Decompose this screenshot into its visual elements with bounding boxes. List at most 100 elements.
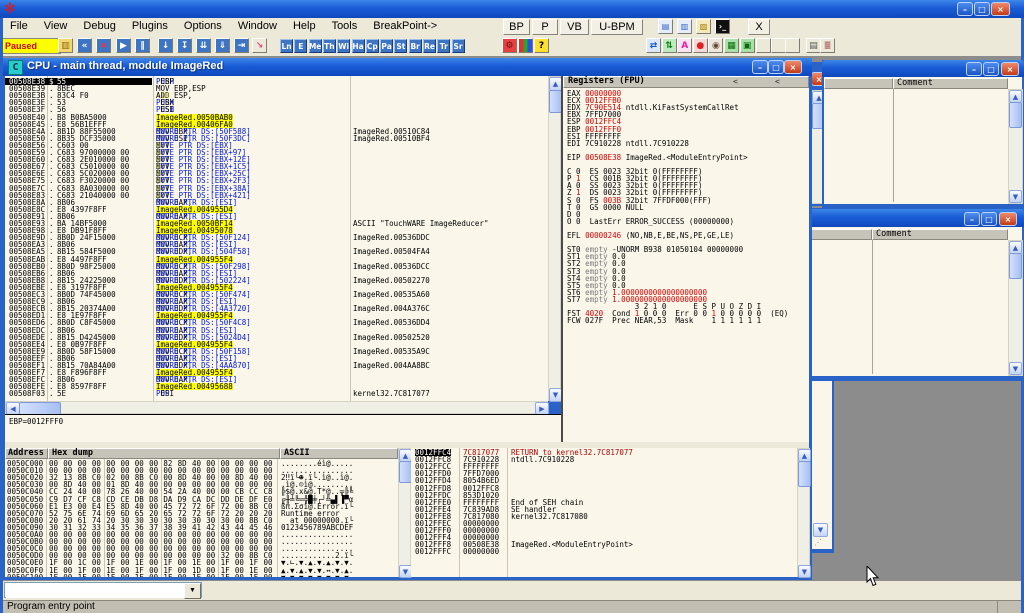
disasm-row[interactable]: 00508E3B.83C4 F0ADD ESP,-10 [5,92,548,99]
side2-column-1-header[interactable] [808,229,872,240]
fpu-panel-button-2[interactable]: < [775,78,780,85]
plugin-button-vb[interactable]: VB [560,19,589,35]
hex-dump-row[interactable]: 0050C1001F001F001F001F001F001F001F001F00… [5,574,398,577]
notes-icon[interactable]: ▤ [658,19,673,34]
menu-item-tools[interactable]: Tools [324,18,366,35]
menu-item-plugins[interactable]: Plugins [124,18,176,35]
side2-maximize-button[interactable]: □ [981,212,997,226]
animate-into-button[interactable]: ⇊ [196,38,211,53]
cpu-maximize-button[interactable]: □ [768,60,784,74]
layout-button[interactable]: ≣ [820,38,835,53]
run-button[interactable]: ▶ [116,38,131,53]
plugin-close-button[interactable]: X [748,19,770,35]
toolbar-letter-ln[interactable]: Ln [280,39,293,53]
toolbar-letter-cp[interactable]: Cp [366,39,379,53]
toolbar-blank-button[interactable] [756,38,771,53]
side2-scrollbar[interactable]: ▲ ▼ [1008,240,1023,376]
fpu-panel-button[interactable]: < [733,78,738,85]
main-restore-button[interactable]: □ [974,2,990,16]
hex-dump-pane[interactable]: Address Hex dump ASCII 0050C000000000000… [5,448,398,577]
appearance-button[interactable] [518,38,533,53]
menu-item-window[interactable]: Window [230,18,285,35]
main-titlebar[interactable]: ✻ – □ × [0,0,1024,18]
disassembly-vscrollbar[interactable]: ▲ ▼ [548,76,561,401]
disasm-row[interactable]: 00508EF7.E8 F896F8FFCALL ImageRed.004955… [5,369,548,376]
toolbar-letter-st[interactable]: St [394,39,407,53]
command-combobox[interactable]: ▼ [4,582,202,598]
toolbar-letter-br[interactable]: Br [409,39,422,53]
disasm-row[interactable]: 00508EC3.8B0D 74F45000MOV ECX,DWORD PTR … [5,291,548,298]
info-pane[interactable]: EBP=0012FFF0 [5,414,561,443]
scroll-down-icon[interactable]: ▼ [798,565,811,578]
toolbar-letter-th[interactable]: Th [323,39,336,53]
register-line[interactable]: FCW 027F Prec NEAR,53 Mask 1 1 1 1 1 1 [567,317,761,324]
help-button[interactable]: ? [534,38,549,53]
side1-comment-header[interactable]: Comment [893,78,1008,89]
register-line[interactable]: EIP 00508E38 ImageRed.<ModuleEntryPoint> [567,154,748,161]
step-into-button[interactable]: ↓ [158,38,173,53]
scroll-down-icon[interactable]: ▼ [1009,362,1022,375]
registers-pane[interactable]: Registers (FPU) < < EAX 00000000ECX 0012… [563,76,809,442]
toolbar-letter-pa[interactable]: Pa [380,39,393,53]
command-input[interactable] [6,584,188,598]
cpu-close-button[interactable]: × [784,60,802,74]
scrollbar-thumb[interactable] [1009,102,1022,128]
plugin-button-ubpm[interactable]: U-BPM [591,19,643,35]
disasm-row[interactable]: 00508EE9.8B0D 58F15000MOV ECX,DWORD PTR … [5,348,548,355]
stack-row[interactable]: 0012FFFC00000000 [411,548,797,555]
execute-till-return-button[interactable]: ⇥ [234,38,249,53]
open-file-button[interactable]: ▥ [58,38,73,53]
panel-button[interactable]: ▤ [806,38,821,53]
disasm-row[interactable]: 00508E9D.8B0D 24F15000MOV ECX,DWORD PTR … [5,234,548,241]
combobox-dropdown-icon[interactable]: ▼ [184,583,201,599]
side2-comment-header[interactable]: Comment [872,229,1008,240]
scroll-down-icon[interactable]: ▼ [1009,190,1022,203]
scrollbar-thumb[interactable] [1009,253,1022,279]
menu-item-view[interactable]: View [36,18,76,35]
sync-button[interactable]: ⇄ [646,38,661,53]
animate-over-button[interactable]: ⇓ [215,38,230,53]
keys-button[interactable]: ▦ [724,38,739,53]
step-over-button[interactable]: ↧ [177,38,192,53]
disasm-row[interactable]: 00508EFE.E8 8597F8FFCALL ImageRed.004956… [5,383,548,390]
register-line[interactable]: O 0 LastErr ERROR_SUCCESS (00000000) [567,218,734,225]
menu-item-help[interactable]: Help [285,18,324,35]
side-window-1-titlebar[interactable]: – □ × [822,60,1024,77]
disasm-row[interactable]: 00508E38$55PUSH EBP [5,78,548,85]
assemble-button[interactable]: A [677,38,692,53]
toolbar-blank-button[interactable] [771,38,786,53]
side1-maximize-button[interactable]: □ [983,62,999,76]
pause-button[interactable]: ‖ [135,38,150,53]
toolbar-letter-sr[interactable]: Sr [452,39,465,53]
dump-hex-header[interactable]: Hex dump [48,448,280,459]
menu-item-options[interactable]: Options [176,18,230,35]
disasm-row[interactable]: 00508E83.C683 21040000 00MOV BYTE PTR DS… [5,192,548,199]
screen-button[interactable]: ▣ [740,38,755,53]
restart-button[interactable]: « [77,38,92,53]
scroll-down-icon[interactable]: ▼ [813,523,828,537]
scrollbar-thumb[interactable] [798,461,811,487]
toolbar-letter-me[interactable]: Me [309,39,322,53]
register-line[interactable]: EDI 7C910228 ntdll.7C910228 [567,140,689,147]
side1-column-1-header[interactable] [824,78,893,89]
toolbar-letter-wi[interactable]: Wi [337,39,350,53]
side2-close-button[interactable]: × [999,212,1017,226]
toolbar-letter-e[interactable]: E [294,39,307,53]
plugin-button-bp[interactable]: BP [503,19,530,35]
breakpoint-button[interactable]: ● [693,38,708,53]
side1-minimize-button[interactable]: – [966,62,982,76]
main-minimize-button[interactable]: – [957,2,973,16]
side-window-2-titlebar[interactable]: – □ × [806,209,1024,227]
toolbar-letter-re[interactable]: Re [423,39,436,53]
stack-pane[interactable]: 0012FFC47C817077RETURN to kernel32.7C817… [411,448,797,577]
disasm-row[interactable]: 00508E3E.53PUSH EBX [5,99,548,106]
toolbar-letter-ha[interactable]: Ha [352,39,365,53]
toolbar-blank-button[interactable] [785,38,800,53]
plugin-button-p[interactable]: P [532,19,558,35]
cpu-titlebar[interactable]: C CPU - main thread, module ImageRed – □… [3,58,812,76]
main-close-button[interactable]: × [991,2,1010,16]
menu-item-debug[interactable]: Debug [75,18,123,35]
console-icon[interactable]: ›_ [715,19,730,34]
disasm-row[interactable]: 00508E8C.E8 4397F8FFCALL ImageRed.004955… [5,206,548,213]
side2-minimize-button[interactable]: – [964,212,980,226]
